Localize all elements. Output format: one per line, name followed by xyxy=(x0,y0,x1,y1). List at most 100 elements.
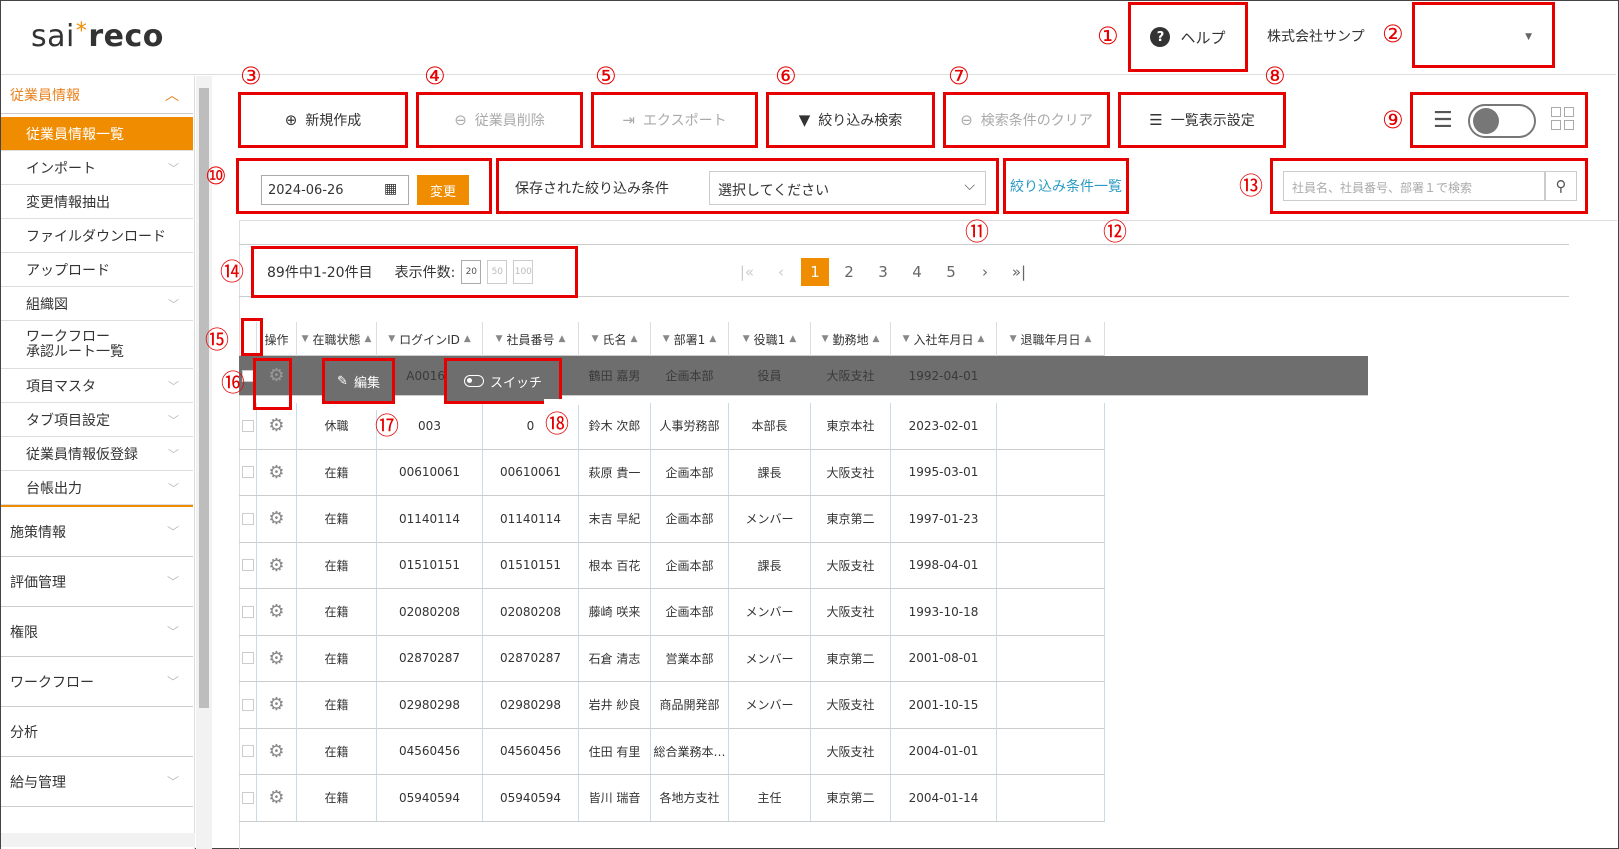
page-1[interactable]: 1 xyxy=(801,258,829,286)
row-checkbox[interactable] xyxy=(241,512,254,525)
sort-desc-icon[interactable]: ▼ xyxy=(1010,334,1017,344)
export-button[interactable]: ⇥ エクスポート xyxy=(591,92,758,148)
saved-filter-select[interactable]: 選択してください ⌵ xyxy=(709,171,986,205)
sort-asc-icon[interactable]: ▲ xyxy=(464,334,471,344)
next-page-icon[interactable]: › xyxy=(968,258,1002,286)
sort-desc-icon[interactable]: ▼ xyxy=(496,334,503,344)
sidebar-section-workflow[interactable]: ワークフロー ﹀ xyxy=(1,657,193,707)
help-button[interactable]: ? ヘルプ xyxy=(1128,2,1248,72)
sort-desc-icon[interactable]: ▼ xyxy=(903,334,910,344)
edit-button[interactable]: ✎ 編集 xyxy=(322,358,395,404)
sort-asc-icon[interactable]: ▲ xyxy=(559,334,566,344)
filter-list-link[interactable]: 絞り込み条件一覧 xyxy=(1003,158,1129,214)
sidebar-section-measures[interactable]: 施策情報 ﹀ xyxy=(1,507,193,557)
table-row[interactable]: ⚙在A001600016鶴田 嘉男企画本部役員大阪支社1992-04-01 xyxy=(239,356,1368,396)
table-row[interactable]: ⚙ 在籍 02080208 02080208 藤崎 咲来 企画本部 メンバー 大阪支社 1993… xyxy=(239,588,1105,636)
page-2[interactable]: 2 xyxy=(832,258,866,286)
sidebar-item-ledger-output[interactable]: 台帳出力 ﹀ xyxy=(1,471,193,505)
row-checkbox[interactable] xyxy=(241,652,254,664)
row-checkbox[interactable] xyxy=(241,698,254,711)
row-checkbox[interactable] xyxy=(241,466,254,478)
table-row[interactable]: ⚙ 在籍 05940594 05940594 皆川 瑞音 各地方支社 主任 東京第二 2004-… xyxy=(239,774,1105,822)
sort-desc-icon[interactable]: ▼ xyxy=(663,334,670,344)
sort-desc-icon[interactable]: ▼ xyxy=(743,334,750,344)
row-gear-box[interactable] xyxy=(253,358,292,410)
per-page-20-button[interactable]: 20 xyxy=(461,260,482,284)
sidebar-horizontal-scrollbar[interactable] xyxy=(1,833,195,847)
gear-icon[interactable]: ⚙ xyxy=(268,787,284,808)
view-mode-toggle[interactable]: ☰ xyxy=(1410,92,1588,148)
sidebar-item-upload[interactable]: アップロード xyxy=(1,253,193,287)
column-header[interactable]: ▼ 社員番号 ▲ xyxy=(483,322,579,356)
sort-asc-icon[interactable]: ▲ xyxy=(1085,334,1092,344)
row-checkbox[interactable] xyxy=(241,791,254,804)
change-date-button[interactable]: 変更 xyxy=(417,175,469,205)
sidebar-section-employee-info[interactable]: 従業員情報 ︿ xyxy=(1,76,193,114)
table-row[interactable]: ⚙ 在籍 02870287 02870287 石倉 清志 営業本部 メンバー 東京第二 2001… xyxy=(239,635,1105,682)
sort-desc-icon[interactable]: ▼ xyxy=(592,334,599,344)
sort-asc-icon[interactable]: ▲ xyxy=(365,334,372,344)
row-checkbox[interactable] xyxy=(241,419,254,432)
sort-desc-icon[interactable]: ▼ xyxy=(388,334,395,344)
new-button[interactable]: ⊕ 新規作成 xyxy=(238,92,408,148)
sidebar-item-org-chart[interactable]: 組織図 ﹀ xyxy=(1,287,193,321)
sidebar-item-workflow-routes[interactable]: ワークフロー 承認ルート一覧 xyxy=(1,321,193,369)
table-row[interactable]: ⚙ 在籍 02980298 02980298 岩井 紗良 商品開発部 メンバー 大阪支社 200… xyxy=(239,681,1105,729)
gear-icon[interactable]: ⚙ xyxy=(268,555,284,576)
page-3[interactable]: 3 xyxy=(866,258,900,286)
gear-icon[interactable]: ⚙ xyxy=(268,648,284,669)
column-header[interactable]: ▼ 入社年月日 ▲ xyxy=(891,322,997,356)
gear-icon[interactable]: ⚙ xyxy=(268,601,284,622)
search-input[interactable]: 社員名、社員番号、部署１で検索 xyxy=(1283,171,1545,201)
sort-asc-icon[interactable]: ▲ xyxy=(631,334,638,344)
row-checkbox[interactable] xyxy=(241,745,254,757)
page-4[interactable]: 4 xyxy=(900,258,934,286)
logo[interactable]: sai*reco xyxy=(31,19,164,54)
gear-icon[interactable]: ⚙ xyxy=(268,694,284,715)
calendar-icon[interactable]: ▦ xyxy=(384,181,397,197)
sort-asc-icon[interactable]: ▲ xyxy=(789,334,796,344)
table-row[interactable]: ⚙ 在籍 00610061 00610061 萩原 貴一 企画本部 課長 大阪支社 1995-0… xyxy=(239,449,1105,496)
sidebar-item-change-extract[interactable]: 変更情報抽出 xyxy=(1,185,193,219)
sort-asc-icon[interactable]: ▲ xyxy=(873,334,880,344)
sidebar-section-analysis[interactable]: 分析 xyxy=(1,707,193,757)
switch-user-button[interactable]: スイッチ xyxy=(444,358,562,404)
gear-icon[interactable]: ⚙ xyxy=(268,741,284,762)
search-button[interactable]: ⚲ xyxy=(1545,171,1577,201)
sidebar-item-item-master[interactable]: 項目マスタ ﹀ xyxy=(1,369,193,403)
sidebar-item-file-download[interactable]: ファイルダウンロード xyxy=(1,219,193,253)
table-row[interactable]: ⚙ 在籍 04560456 04560456 住田 有里 総合業務本… 大阪支社 2004-0… xyxy=(239,728,1105,775)
gear-icon[interactable]: ⚙ xyxy=(268,508,284,529)
clear-filter-button[interactable]: ⊖ 検索条件のクリア xyxy=(943,92,1110,148)
prev-page-icon[interactable]: ‹ xyxy=(764,258,798,286)
per-page-100-button[interactable]: 100 xyxy=(513,260,534,284)
page-5[interactable]: 5 xyxy=(934,258,968,286)
table-row[interactable]: ⚙ 在籍 01140114 01140114 末吉 早紀 企画本部 メンバー 東京第二 1997… xyxy=(239,495,1105,543)
filter-search-button[interactable]: ▼ 絞り込み検索 xyxy=(766,92,935,148)
first-page-icon[interactable]: |« xyxy=(730,258,764,286)
gear-icon[interactable]: ⚙ xyxy=(268,415,284,436)
sidebar-item-employee-list[interactable]: 従業員情報一覧 xyxy=(1,117,193,151)
column-header[interactable]: ▼ 在職状態 ▲ xyxy=(297,322,377,356)
list-settings-button[interactable]: ☰ 一覧表示設定 xyxy=(1118,92,1286,148)
select-all-checkbox-box[interactable] xyxy=(241,318,263,356)
column-header[interactable]: ▼ 勤務地 ▲ xyxy=(811,322,891,356)
sidebar-section-evaluation[interactable]: 評価管理 ﹀ xyxy=(1,557,193,607)
table-row[interactable]: ⚙ 在籍 01510151 01510151 根本 百花 企画本部 課長 大阪支社 1998-0… xyxy=(239,542,1105,589)
sidebar-item-import[interactable]: インポート ﹀ xyxy=(1,151,193,185)
sidebar-item-tab-settings[interactable]: タブ項目設定 ﹀ xyxy=(1,403,193,437)
row-checkbox[interactable] xyxy=(241,605,254,618)
delete-employee-button[interactable]: ⊖ 従業員削除 xyxy=(416,92,583,148)
sort-desc-icon[interactable]: ▼ xyxy=(822,334,829,344)
sidebar-item-provisional-registration[interactable]: 従業員情報仮登録 ﹀ xyxy=(1,437,193,471)
sidebar-section-permissions[interactable]: 権限 ﹀ xyxy=(1,607,193,657)
column-header[interactable]: 操作 xyxy=(257,322,297,356)
gear-icon[interactable]: ⚙ xyxy=(268,462,284,483)
per-page-50-button[interactable]: 50 xyxy=(487,260,508,284)
account-dropdown[interactable]: ▼ xyxy=(1412,2,1555,68)
sort-desc-icon[interactable]: ▼ xyxy=(302,334,309,344)
table-row[interactable]: ⚙ 休職 003 0 鈴木 次郎 人事労務部 本部長 東京本社 2023-02-01 xyxy=(239,402,1105,450)
view-switch[interactable] xyxy=(1468,104,1536,138)
sidebar-section-payroll[interactable]: 給与管理 ﹀ xyxy=(1,757,193,807)
sort-asc-icon[interactable]: ▲ xyxy=(978,334,985,344)
